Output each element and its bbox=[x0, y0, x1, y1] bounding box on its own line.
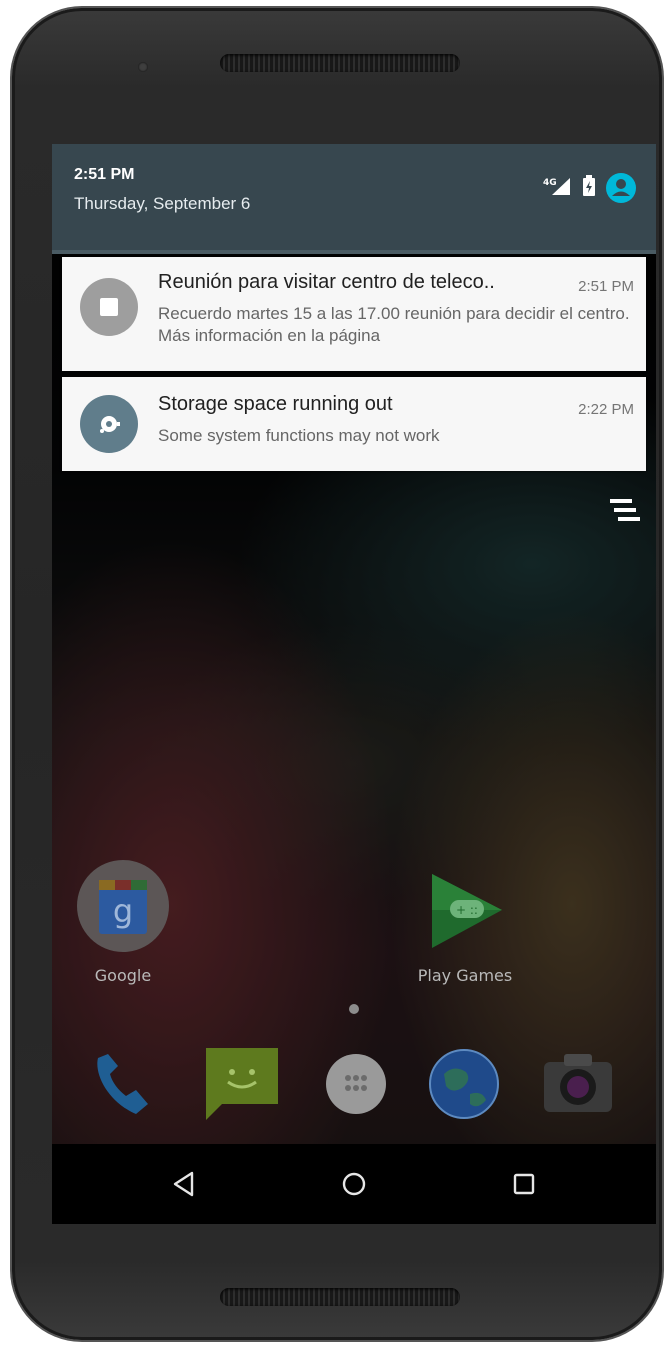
play-games-app[interactable]: + :: Play Games bbox=[410, 856, 520, 986]
page-indicator-dot bbox=[349, 1004, 359, 1014]
dock bbox=[52, 1044, 656, 1134]
recents-icon[interactable] bbox=[510, 1170, 538, 1198]
status-header[interactable]: 2:51 PM Thursday, September 6 4G bbox=[52, 144, 656, 250]
notification-storage[interactable]: Storage space running out 2:22 PM Some s… bbox=[62, 377, 646, 471]
svg-text:+ ::: + :: bbox=[456, 903, 478, 917]
app-label-play-games: Play Games bbox=[417, 966, 513, 985]
app-label-google: Google bbox=[94, 966, 152, 985]
messaging-icon[interactable] bbox=[202, 1044, 282, 1124]
system-icons: 4G bbox=[542, 172, 636, 204]
google-search-icon: g bbox=[77, 860, 169, 952]
stop-square-icon bbox=[80, 278, 138, 336]
play-games-icon: + :: bbox=[432, 874, 502, 948]
screen: g Google + :: Play Games 2:51 PM Thursda… bbox=[52, 144, 656, 1224]
notification-body: Some system functions may not work bbox=[158, 426, 440, 445]
camera-icon[interactable] bbox=[538, 1044, 618, 1124]
google-app[interactable]: g Google bbox=[68, 856, 178, 986]
notification-title: Storage space running out bbox=[158, 393, 393, 415]
user-avatar-icon[interactable] bbox=[606, 173, 636, 203]
back-icon[interactable] bbox=[170, 1170, 198, 1198]
notification-time: 2:51 PM bbox=[578, 278, 634, 295]
notification-time: 2:22 PM bbox=[578, 401, 634, 418]
phone-frame: g Google + :: Play Games 2:51 PM Thursda… bbox=[12, 8, 662, 1340]
notification-body: Recuerdo martes 15 a las 17.00 reunión p… bbox=[158, 304, 630, 345]
front-camera bbox=[138, 62, 148, 72]
status-date: Thursday, September 6 bbox=[74, 194, 251, 213]
notification-title: Reunión para visitar centro de teleco.. bbox=[158, 271, 495, 293]
top-speaker bbox=[220, 54, 460, 72]
storage-icon bbox=[80, 395, 138, 453]
svg-text:g: g bbox=[113, 892, 133, 930]
bottom-speaker bbox=[220, 1288, 460, 1306]
app-drawer-icon[interactable] bbox=[316, 1044, 396, 1124]
signal-icon: 4G bbox=[542, 176, 572, 201]
clear-all-icon[interactable] bbox=[608, 496, 644, 526]
phone-icon[interactable] bbox=[84, 1044, 164, 1124]
svg-text:4G: 4G bbox=[543, 178, 557, 188]
status-time: 2:51 PM bbox=[74, 166, 135, 183]
notification-meeting[interactable]: Reunión para visitar centro de teleco.. … bbox=[62, 257, 646, 371]
browser-icon[interactable] bbox=[424, 1044, 504, 1124]
navigation-bar bbox=[52, 1144, 656, 1224]
battery-icon bbox=[582, 174, 596, 202]
home-icon[interactable] bbox=[340, 1170, 368, 1198]
